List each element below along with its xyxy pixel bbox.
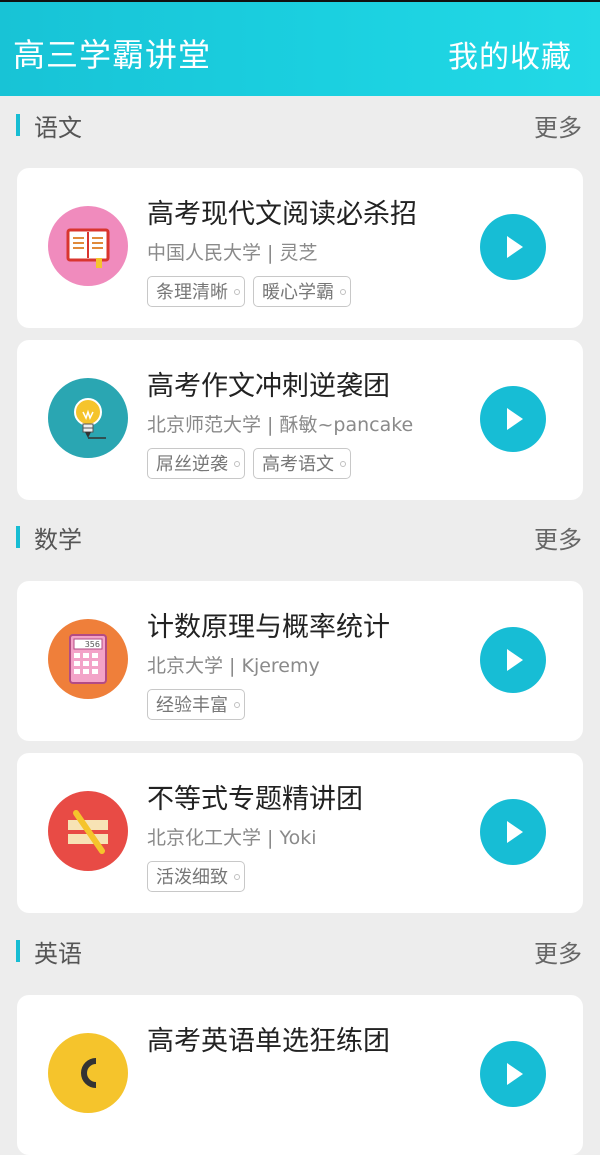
more-link[interactable]: 更多 <box>534 108 582 143</box>
calculator-display-text: 356 <box>85 640 100 649</box>
section-header-english: 英语 更多 <box>0 930 600 970</box>
more-link[interactable]: 更多 <box>534 934 582 969</box>
course-tags: 经验丰富 <box>147 689 245 720</box>
lightbulb-icon <box>48 378 128 458</box>
section-header-math: 数学 更多 <box>0 516 600 556</box>
course-author: 中国人民大学 | 灵芝 <box>147 242 318 264</box>
course-tags: 活泼细致 <box>147 861 245 892</box>
course-title: 不等式专题精讲团 <box>147 784 363 815</box>
play-icon <box>507 821 523 843</box>
course-title: 高考现代文阅读必杀招 <box>147 199 417 230</box>
course-title: 计数原理与概率统计 <box>147 612 390 643</box>
course-tags: 条理清晰 暖心学霸 <box>147 276 351 307</box>
top-bar: 高三学霸讲堂 我的收藏 <box>0 0 600 96</box>
play-button[interactable] <box>480 386 546 452</box>
play-button[interactable] <box>480 799 546 865</box>
course-author: 北京化工大学 | Yoki <box>147 827 317 849</box>
course-tag: 屌丝逆袭 <box>147 448 245 479</box>
my-favorites-button[interactable]: 我的收藏 <box>448 32 572 76</box>
play-icon <box>507 649 523 671</box>
section-header-chinese: 语文 更多 <box>0 104 600 144</box>
course-tag: 条理清晰 <box>147 276 245 307</box>
play-button[interactable] <box>480 1041 546 1107</box>
section-title: 数学 <box>34 526 82 554</box>
course-title: 高考英语单选狂练团 <box>147 1026 390 1057</box>
section-accent-bar <box>16 114 20 136</box>
section-accent-bar <box>16 526 20 548</box>
course-card[interactable]: 高考作文冲刺逆袭团 北京师范大学 | 酥敏~pancake 屌丝逆袭 高考语文 <box>17 340 583 500</box>
course-card[interactable]: 不等式专题精讲团 北京化工大学 | Yoki 活泼细致 <box>17 753 583 913</box>
play-icon <box>507 1063 523 1085</box>
course-title: 高考作文冲刺逆袭团 <box>147 371 390 402</box>
calculator-icon: 356 <box>48 619 128 699</box>
course-tags: 屌丝逆袭 高考语文 <box>147 448 351 479</box>
play-button[interactable] <box>480 214 546 280</box>
course-tag: 高考语文 <box>253 448 351 479</box>
section-title: 英语 <box>34 940 82 968</box>
course-card[interactable]: 高考英语单选狂练团 <box>17 995 583 1155</box>
course-card[interactable]: 高考现代文阅读必杀招 中国人民大学 | 灵芝 条理清晰 暖心学霸 <box>17 168 583 328</box>
play-icon <box>507 236 523 258</box>
section-title: 语文 <box>34 114 82 142</box>
course-author: 北京师范大学 | 酥敏~pancake <box>147 414 414 436</box>
ruler-icon <box>48 791 128 871</box>
app-title: 高三学霸讲堂 <box>13 36 212 74</box>
course-author: 北京大学 | Kjeremy <box>147 655 320 677</box>
play-icon <box>507 408 523 430</box>
play-button[interactable] <box>480 627 546 693</box>
english-icon <box>48 1033 128 1113</box>
course-tag: 暖心学霸 <box>253 276 351 307</box>
course-tag: 经验丰富 <box>147 689 245 720</box>
course-tag: 活泼细致 <box>147 861 245 892</box>
section-accent-bar <box>16 940 20 962</box>
more-link[interactable]: 更多 <box>534 520 582 555</box>
course-card[interactable]: 356 计数原理与概率统计 北京大学 | Kjeremy 经验丰富 <box>17 581 583 741</box>
book-icon <box>48 206 128 286</box>
